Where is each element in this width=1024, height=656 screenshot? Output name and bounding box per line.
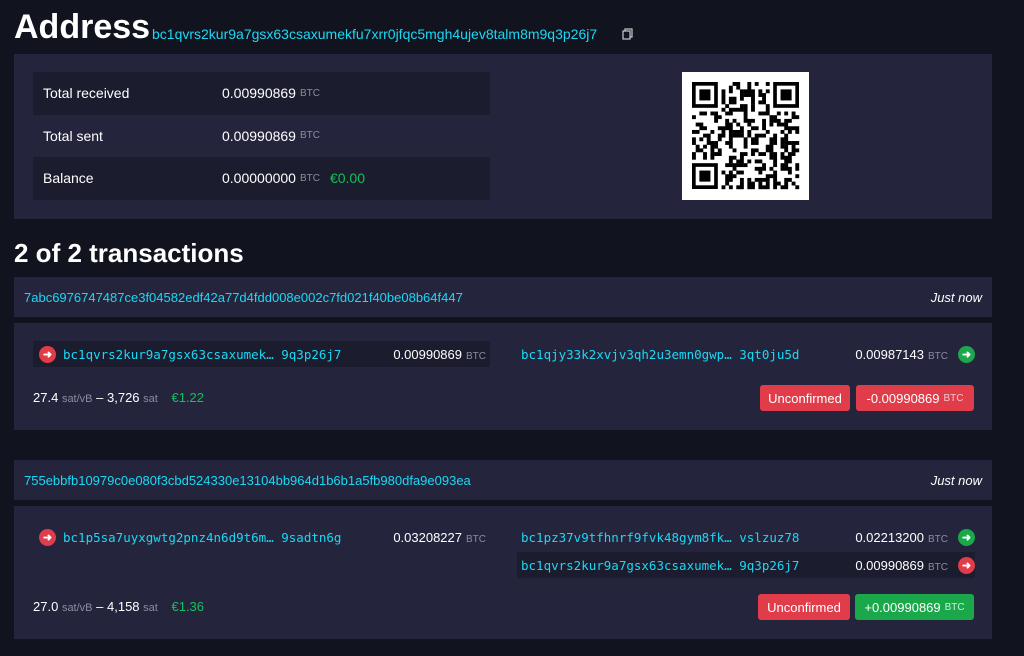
stat-row-total-sent: Total sent 0.00990869 BTC [33,115,490,158]
txid-link[interactable]: 755ebbfb10979c0e080f3cbd524330e13104bb96… [24,473,471,488]
tx-output-row: bc1pz37v9tfhnrf9fvk48gym8fk… vslzuz78 0.… [517,524,975,550]
balance-fiat: €0.00 [329,170,366,187]
output-address[interactable]: bc1qvrs2kur9a7gsx63csaxumek… 9q3p26j7 [521,558,799,573]
arrow-right-icon[interactable]: ➜ [39,345,56,363]
unit-label: BTC [299,87,320,99]
address-link[interactable]: bc1qvrs2kur9a7gsx63csaxumekfu7xrr0jfqc5m… [152,26,597,42]
status-badge[interactable]: Unconfirmed [758,594,850,620]
input-amount: 0.03208227 BTC [393,529,486,545]
output-amount: 0.02213200 BTC [855,529,948,545]
output-address[interactable]: bc1pz37v9tfhnrf9fvk48gym8fk… vslzuz78 [521,530,799,545]
tx-header: 755ebbfb10979c0e080f3cbd524330e13104bb96… [14,460,992,500]
fee-info: 27.0 sat/vB – 4,158 sat €1.36 [33,599,205,614]
input-amount: 0.00990869 BTC [393,346,486,362]
output-amount: 0.00987143 BTC [855,346,948,362]
arrow-right-icon[interactable]: ➜ [39,528,56,546]
tx-output-row: bc1qjy33k2xvjv3qh2u3emn0gwp… 3qt0ju5d 0.… [517,341,975,367]
tx-header: 7abc6976747487ce3f04582edf42a77d4fdd008e… [14,277,992,317]
total-received-label: Total received [43,85,130,102]
output-amount: 0.00990869 BTC [855,557,948,573]
status-badge[interactable]: Unconfirmed [760,385,850,411]
tx-body: ➜ bc1p5sa7uyxgwtg2pnz4n6d9t6m… 9sadtn6g … [14,506,992,639]
total-sent-value: 0.00990869 [222,127,296,144]
input-address[interactable]: bc1qvrs2kur9a7gsx63csaxumek… 9q3p26j7 [63,347,341,362]
stats-table: Total received 0.00990869 BTC Total sent… [33,72,490,200]
tx-input-row: ➜ bc1qvrs2kur9a7gsx63csaxumek… 9q3p26j7 … [33,341,490,367]
page-title: Address [14,8,151,46]
tx-time: Just now [930,289,982,305]
arrow-right-icon[interactable]: ➜ [958,556,975,574]
arrow-right-icon[interactable]: ➜ [958,528,975,546]
output-address[interactable]: bc1qjy33k2xvjv3qh2u3emn0gwp… 3qt0ju5d [521,347,799,362]
input-address[interactable]: bc1p5sa7uyxgwtg2pnz4n6d9t6m… 9sadtn6g [63,530,341,545]
balance-value: 0.00000000 [222,170,296,187]
arrow-right-icon[interactable]: ➜ [958,345,975,363]
tx-body: ➜ bc1qvrs2kur9a7gsx63csaxumek… 9q3p26j7 … [14,323,992,430]
copy-icon[interactable] [622,28,634,40]
balance-label: Balance [43,170,94,187]
fee-fiat: €1.36 [171,599,205,614]
tx-output-row: bc1qvrs2kur9a7gsx63csaxumek… 9q3p26j7 0.… [517,552,975,578]
unit-label: BTC [299,172,320,184]
stat-row-total-received: Total received 0.00990869 BTC [33,72,490,115]
tx-time: Just now [930,472,982,488]
tx-input-row: ➜ bc1p5sa7uyxgwtg2pnz4n6d9t6m… 9sadtn6g … [33,524,490,550]
fee-fiat: €1.22 [171,390,205,405]
unit-label: BTC [299,130,320,142]
total-sent-label: Total sent [43,127,103,144]
fee-info: 27.4 sat/vB – 3,726 sat €1.22 [33,390,205,405]
amount-delta-badge[interactable]: -0.00990869 BTC [856,385,974,411]
amount-delta-badge[interactable]: +0.00990869 BTC [855,594,974,620]
total-received-value: 0.00990869 [222,85,296,102]
qr-code [682,72,809,200]
transactions-heading: 2 of 2 transactions [14,238,244,268]
stat-row-balance: Balance 0.00000000 BTC €0.00 [33,157,490,200]
txid-link[interactable]: 7abc6976747487ce3f04582edf42a77d4fdd008e… [24,290,463,305]
